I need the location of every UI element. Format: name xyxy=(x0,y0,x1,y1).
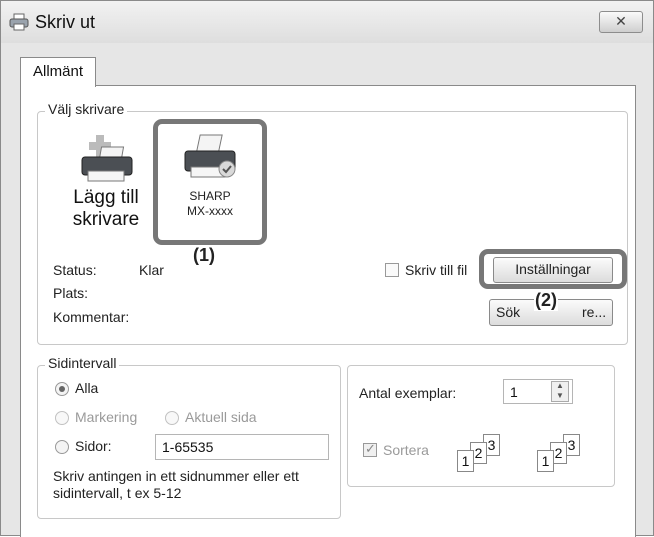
add-printer-label-2: skrivare xyxy=(72,209,140,230)
callout-1: (1) xyxy=(193,245,215,266)
copies-label: Antal exemplar: xyxy=(359,385,457,401)
status-label: Status: xyxy=(53,262,97,278)
callout-2: (2) xyxy=(534,290,558,311)
tab-general[interactable]: Allmänt xyxy=(20,57,96,87)
add-printer-icon xyxy=(81,135,133,182)
select-printer-group-label: Välj skrivare xyxy=(45,101,128,117)
location-label: Plats: xyxy=(53,285,89,301)
window-title: Skriv ut xyxy=(35,12,96,32)
collate-label: Sortera xyxy=(383,442,429,458)
pages-input[interactable]: 1-65535 xyxy=(155,434,329,460)
spinner-up-icon[interactable]: ▲ xyxy=(556,381,564,390)
spinner-down-icon[interactable]: ▼ xyxy=(556,391,564,400)
copies-spinner[interactable]: ▲ ▼ xyxy=(551,381,569,402)
title-bar: Skriv ut ✕ xyxy=(1,1,653,43)
print-dialog: Skriv ut ✕ Allmänt Välj skrivare Lägg ti… xyxy=(0,0,654,537)
page-range-hint: Skriv antingen in ett sidnummer eller et… xyxy=(53,468,299,502)
collate-page: 1 xyxy=(537,450,554,472)
collate-page: 1 xyxy=(457,450,474,472)
print-to-file-label: Skriv till fil xyxy=(405,262,468,278)
radio-selection[interactable] xyxy=(55,411,69,425)
page-range-hint-line2: sidintervall, t ex 5-12 xyxy=(53,485,182,501)
collate-illustration-2: 3 2 1 xyxy=(537,434,597,474)
checkmark-icon: ✓ xyxy=(365,441,376,456)
add-printer-item[interactable]: Lägg till skrivare xyxy=(61,129,151,239)
page-range-group-label: Sidintervall xyxy=(45,355,120,371)
add-printer-label-1: Lägg till xyxy=(73,187,139,208)
close-button[interactable]: ✕ xyxy=(599,11,643,33)
printer-icon xyxy=(184,134,236,178)
radio-pages-label: Sidor: xyxy=(75,438,112,454)
printer-item-sharp[interactable]: SHARP MX-xxxx xyxy=(163,127,257,239)
find-printer-label-start: Sök xyxy=(496,304,521,320)
page-range-hint-line1: Skriv antingen in ett sidnummer eller et… xyxy=(53,468,299,484)
copies-value: 1 xyxy=(510,384,518,400)
radio-all-label: Alla xyxy=(75,380,99,396)
printer-name: SHARP xyxy=(189,189,231,203)
radio-current-page[interactable] xyxy=(165,411,179,425)
printer-model: MX-xxxx xyxy=(187,204,233,218)
status-value: Klar xyxy=(139,262,164,278)
preferences-button[interactable]: Inställningar xyxy=(493,257,613,283)
collate-illustration-1: 3 2 1 xyxy=(457,434,517,474)
printer-icon xyxy=(9,13,29,31)
radio-current-page-label: Aktuell sida xyxy=(185,409,257,425)
collate-checkbox[interactable]: ✓ xyxy=(363,441,377,457)
radio-selection-label: Markering xyxy=(75,409,138,425)
print-to-file-checkbox[interactable] xyxy=(385,263,399,277)
radio-all[interactable] xyxy=(55,382,69,396)
find-printer-label-end: re... xyxy=(582,304,607,320)
comment-label: Kommentar: xyxy=(53,309,130,325)
radio-pages[interactable] xyxy=(55,440,69,454)
